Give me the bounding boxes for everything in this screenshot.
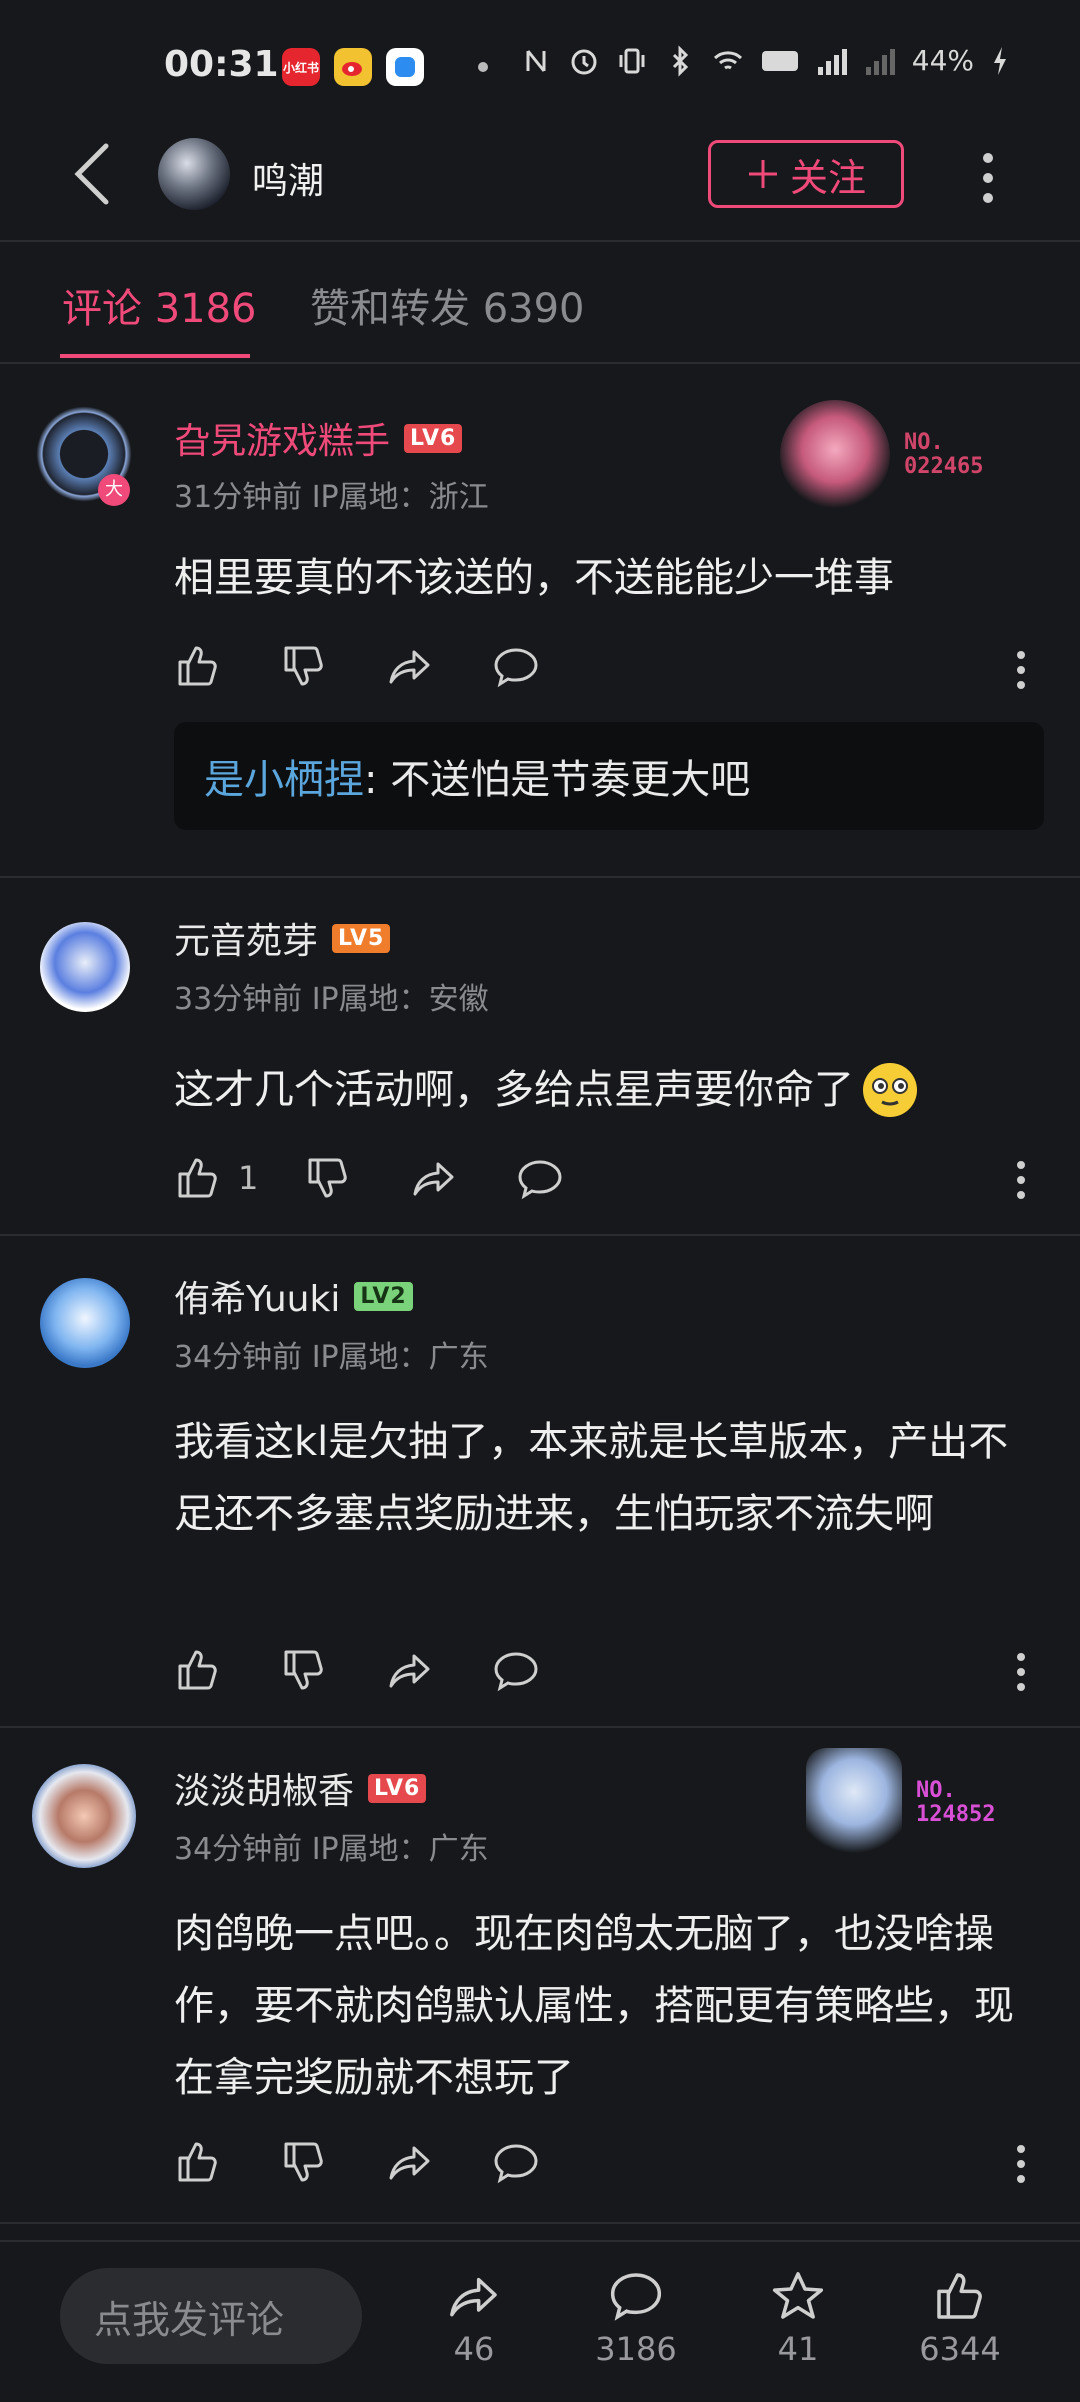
- follow-label: 关注: [789, 155, 866, 200]
- like-icon[interactable]: [174, 2138, 222, 2186]
- dislike-icon[interactable]: [280, 2138, 328, 2186]
- back-icon[interactable]: [72, 142, 112, 206]
- signal-2-icon: [865, 48, 895, 75]
- comment-text: 我看这kl是欠抽了，本来就是长草版本，产出不足还不多塞点奖励进来，生怕玩家不流失…: [174, 1419, 1009, 1537]
- star-icon: [772, 2272, 824, 2319]
- comment-more-icon[interactable]: [1016, 2144, 1026, 2184]
- comment-more-icon[interactable]: [1016, 1160, 1026, 1200]
- dislike-icon[interactable]: [280, 1646, 328, 1694]
- app-icon: [386, 48, 424, 86]
- channel-name[interactable]: 鸣潮: [252, 152, 324, 204]
- alarm-icon: [571, 49, 597, 74]
- like-icon[interactable]: [174, 1154, 222, 1202]
- fan-badge: NO. 022465: [780, 400, 983, 510]
- badge-number: NO. 022465: [904, 430, 984, 479]
- badge-figure: [806, 1748, 902, 1858]
- big-v-badge: 大: [98, 474, 130, 506]
- charging-icon: [994, 46, 1006, 75]
- signal-icon: [817, 48, 847, 75]
- battery-percent: 44%: [911, 44, 974, 77]
- share-icon: [450, 2277, 497, 2317]
- reply-icon[interactable]: [516, 1154, 564, 1202]
- comment-icon: [610, 2273, 662, 2321]
- hd-icon: [761, 50, 798, 71]
- comment-more-icon[interactable]: [1016, 1652, 1026, 1692]
- comment-text: 肉鸽晚一点吧。。现在肉鸽太无脑了，也没啥操作，要不就肉鸽默认属性，搭配更有策略些…: [174, 1911, 1014, 2101]
- comment-count: 3186: [595, 2330, 677, 2368]
- comment-more-icon[interactable]: [1016, 650, 1026, 690]
- user-name[interactable]: 元音苑芽: [174, 912, 318, 964]
- reply-icon[interactable]: [492, 642, 540, 690]
- reply-text: : 不送怕是节奏更大吧: [364, 757, 751, 803]
- comment-item: 元音苑芽 LV5 33分钟前 IP属地：安徽 这才几个活动啊，多给点星声要你命了…: [0, 878, 1080, 1236]
- bluetooth-icon: [672, 44, 688, 77]
- status-bar: 00:31 小红书 44%: [0, 0, 1080, 130]
- tab-comments[interactable]: 评论 3186: [62, 276, 257, 334]
- user-name[interactable]: 侑希Yuuki: [174, 1270, 340, 1322]
- share-icon[interactable]: [410, 1154, 458, 1202]
- fan-badge: NO. 124852: [806, 1748, 995, 1858]
- comment-meta: 31分钟前 IP属地：浙江: [174, 480, 489, 515]
- comment-button[interactable]: 3186: [566, 2268, 706, 2368]
- comment-text: 相里要真的不该送的，不送能能少一堆事: [174, 555, 894, 601]
- xiaohongshu-icon: 小红书: [282, 48, 320, 86]
- like-icon[interactable]: [174, 642, 222, 690]
- badge-number: NO. 124852: [916, 1778, 996, 1827]
- like-count-total: 6344: [919, 2330, 1001, 2368]
- user-avatar[interactable]: [40, 1278, 130, 1368]
- more-options-icon[interactable]: [978, 150, 998, 210]
- channel-avatar[interactable]: [158, 138, 230, 210]
- like-icon[interactable]: [174, 1646, 222, 1694]
- user-avatar[interactable]: [40, 922, 130, 1012]
- notification-dot: [478, 62, 488, 72]
- tab-likes-shares[interactable]: 赞和转发 6390: [310, 276, 585, 334]
- share-button[interactable]: 46: [404, 2268, 544, 2368]
- comment-meta: 34分钟前 IP属地：广东: [174, 1832, 489, 1867]
- like-icon: [937, 2273, 982, 2319]
- comment-item: 侑希Yuuki LV2 34分钟前 IP属地：广东 我看这kl是欠抽了，本来就是…: [0, 1236, 1080, 1728]
- user-name[interactable]: 淡淡胡椒香: [174, 1762, 354, 1814]
- reply-icon[interactable]: [492, 1646, 540, 1694]
- comment-item: 淡淡胡椒香 LV6 34分钟前 IP属地：广东 NO. 124852 肉鸽晚一点…: [0, 1728, 1080, 2224]
- favorite-count: 41: [777, 2330, 819, 2368]
- level-badge: LV6: [368, 1773, 427, 1803]
- tab-active-indicator: [60, 354, 250, 358]
- vibrate-icon: [619, 48, 645, 73]
- share-icon[interactable]: [386, 2138, 434, 2186]
- reply-preview[interactable]: 是小栖捏 : 不送怕是节奏更大吧: [174, 722, 1044, 830]
- comment-item: 大 旮旯游戏糕手 LV6 31分钟前 IP属地：浙江 NO. 022465 相里…: [0, 372, 1080, 878]
- follow-button[interactable]: 关注: [708, 140, 904, 208]
- comment-text: 这才几个活动啊，多给点星声要你命了: [174, 1067, 854, 1113]
- share-icon[interactable]: [386, 642, 434, 690]
- reply-icon[interactable]: [492, 2138, 540, 2186]
- wifi-icon: [713, 50, 742, 69]
- comment-input[interactable]: 点我发评论: [60, 2268, 362, 2364]
- nfc-icon: [526, 49, 546, 72]
- reply-user-name[interactable]: 是小栖捏: [204, 747, 364, 805]
- like-button[interactable]: 6344: [890, 2268, 1030, 2368]
- emoji-icon: [863, 1063, 917, 1117]
- user-name[interactable]: 旮旯游戏糕手: [174, 412, 390, 464]
- share-count: 46: [453, 2330, 495, 2368]
- comment-meta: 34分钟前 IP属地：广东: [174, 1340, 489, 1375]
- level-badge: LV6: [404, 423, 463, 453]
- weibo-icon: [334, 48, 372, 86]
- status-time: 00:31: [164, 44, 279, 85]
- comment-meta: 33分钟前 IP属地：安徽: [174, 982, 489, 1017]
- dislike-icon[interactable]: [280, 642, 328, 690]
- like-count: 1: [238, 1159, 259, 1197]
- favorite-button[interactable]: 41: [728, 2268, 868, 2368]
- plus-icon: [748, 160, 777, 188]
- level-badge: LV2: [354, 1281, 413, 1311]
- badge-figure: [780, 400, 890, 510]
- user-avatar[interactable]: [32, 1764, 136, 1868]
- share-icon[interactable]: [386, 1646, 434, 1694]
- dislike-icon[interactable]: [304, 1154, 352, 1202]
- level-badge: LV5: [332, 923, 391, 953]
